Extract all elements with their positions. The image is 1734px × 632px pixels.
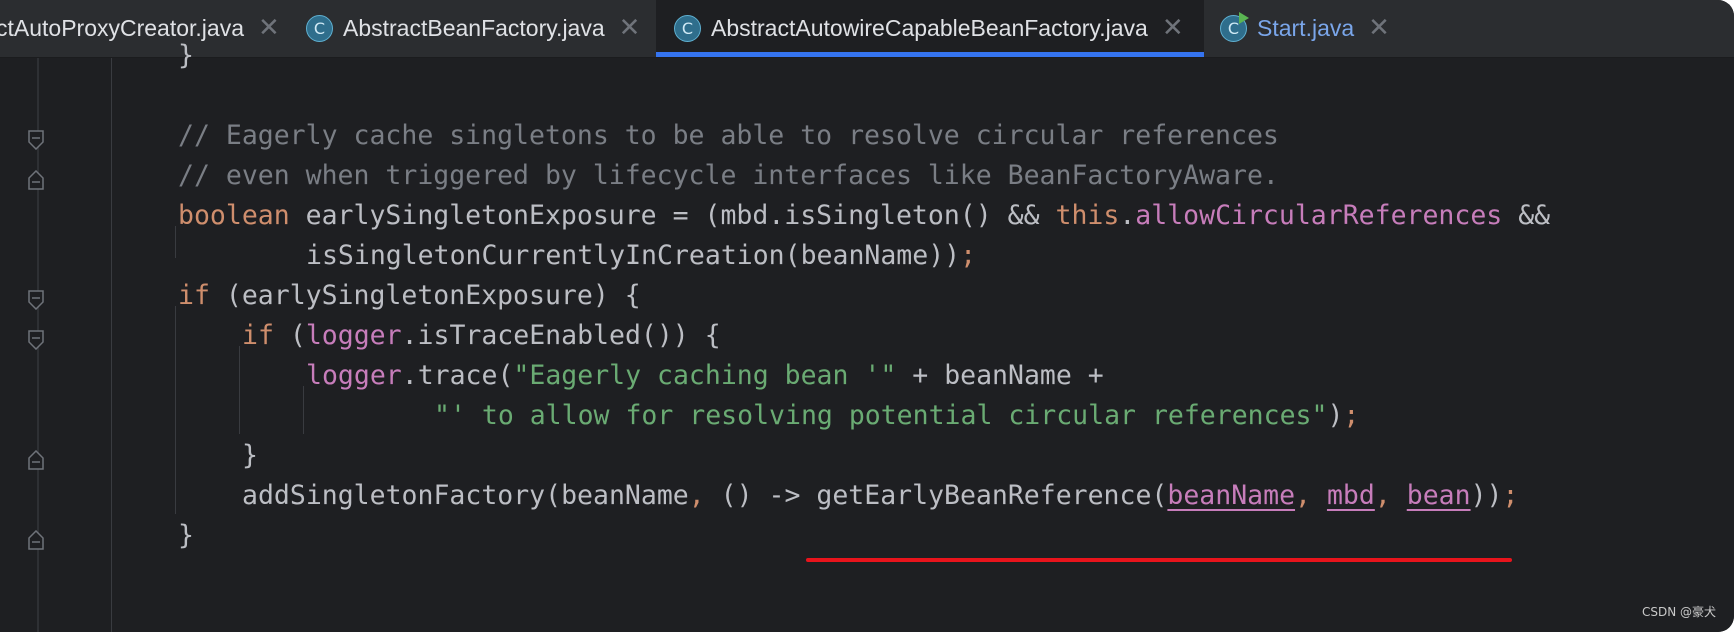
comment: // Eagerly cache singletons to be able t… [178, 120, 1279, 151]
tab-abstract-bean-factory[interactable]: C AbstractBeanFactory.java ✕ [306, 0, 646, 57]
code-token: .isTraceEnabled()) { [401, 320, 721, 351]
semicolon: ; [1343, 400, 1360, 431]
close-icon[interactable]: ✕ [1162, 0, 1184, 57]
field-name: allowCircularReferences [1135, 200, 1503, 231]
field-name: logger [306, 360, 402, 391]
string-literal: "' to allow for resolving potential circ… [434, 400, 1328, 431]
indent-guide [175, 306, 176, 514]
indent-guide [175, 226, 176, 258]
fold-end-icon[interactable] [28, 530, 44, 550]
field-name: logger [305, 320, 402, 351]
fold-start-icon[interactable] [28, 130, 44, 150]
code-token: (earlySingletonExposure) { [209, 280, 641, 311]
code-token: .trace( [401, 360, 514, 391]
code-token: () -> getEarlyBeanReference( [704, 480, 1168, 511]
code-line: addSingletonFactory(beanName, () -> getE… [242, 476, 1518, 516]
tab-abstract-autowire-capable-bean-factory[interactable]: C AbstractAutowireCapableBeanFactory.jav… [656, 0, 1204, 57]
code-line: if (logger.isTraceEnabled()) { [242, 316, 721, 356]
code-line: logger.trace("Eagerly caching bean '" + … [306, 356, 1104, 396]
captured-parameter: bean [1406, 480, 1471, 511]
code-line: } [178, 516, 194, 556]
run-marker-icon [1239, 12, 1249, 24]
comma: , [688, 480, 705, 511]
tab-label: Start.java [1257, 15, 1355, 41]
keyword: if [178, 280, 210, 311]
class-icon: C [674, 15, 701, 42]
indent-guide [239, 346, 240, 434]
class-icon-glyph: C [681, 19, 694, 38]
semicolon: ; [1502, 480, 1519, 511]
captured-parameter: mbd [1326, 480, 1375, 511]
close-icon[interactable]: ✕ [258, 0, 280, 57]
tab-auto-proxy-creator[interactable]: ctAutoProxyCreator.java ✕ [0, 0, 280, 57]
code-token: + beanName + [896, 360, 1104, 391]
code-line: // Eagerly cache singletons to be able t… [178, 116, 1279, 156]
ide-window: ctAutoProxyCreator.java ✕ C AbstractBean… [0, 0, 1734, 632]
indent-guide [111, 58, 112, 632]
code-token: addSingletonFactory(beanName [242, 480, 689, 511]
code-line: } [242, 436, 258, 476]
fold-start-icon[interactable] [28, 330, 44, 350]
code-token: . [1119, 200, 1136, 231]
editor-tab-bar: ctAutoProxyCreator.java ✕ C AbstractBean… [0, 0, 1734, 58]
code-token: ) [1327, 400, 1344, 431]
code-line: if (earlySingletonExposure) { [178, 276, 641, 316]
watermark: CSDN @豪犬 [1641, 605, 1716, 619]
brace: } [178, 520, 194, 551]
code-line: } [178, 36, 194, 76]
close-icon[interactable]: ✕ [619, 0, 641, 57]
close-icon[interactable]: ✕ [1368, 0, 1390, 57]
captured-parameter: beanName [1167, 480, 1296, 511]
keyword: if [242, 320, 274, 351]
semicolon: ; [960, 240, 977, 271]
fold-end-icon[interactable] [28, 170, 44, 190]
class-icon-glyph: C [313, 19, 326, 38]
comma: , [1295, 480, 1327, 511]
code-line: // even when triggered by lifecycle inte… [178, 156, 1279, 196]
brace: } [178, 40, 194, 71]
tab-start[interactable]: C Start.java ✕ [1220, 0, 1420, 57]
keyword: boolean [178, 200, 290, 231]
fold-start-icon[interactable] [28, 290, 44, 310]
code-line: isSingletonCurrentlyInCreation(beanName)… [306, 236, 976, 276]
code-token: && [1502, 200, 1551, 231]
code-token: isSingletonCurrentlyInCreation(beanName)… [306, 240, 961, 271]
class-icon-glyph: C [1227, 19, 1240, 38]
brace: } [242, 440, 258, 471]
annotation-underline [806, 558, 1512, 562]
tab-label: AbstractAutowireCapableBeanFactory.java [711, 15, 1148, 41]
fold-end-icon[interactable] [28, 450, 44, 470]
class-icon: C [306, 15, 333, 42]
tab-label: AbstractBeanFactory.java [343, 15, 605, 41]
code-editor[interactable]: } // Eagerly cache singletons to be able… [0, 40, 1734, 632]
tab-label: ctAutoProxyCreator.java [0, 15, 245, 41]
indent-guide [303, 386, 304, 434]
string-literal: "Eagerly caching bean '" [513, 360, 897, 391]
code-line: boolean earlySingletonExposure = (mbd.is… [178, 196, 1550, 236]
code-line: "' to allow for resolving potential circ… [434, 396, 1359, 436]
code-token: ( [273, 320, 306, 351]
comma: , [1374, 480, 1407, 511]
code-token: earlySingletonExposure = (mbd.isSingleto… [289, 200, 1056, 231]
comment: // even when triggered by lifecycle inte… [178, 160, 1279, 191]
run-class-icon: C [1220, 12, 1249, 42]
code-token: )) [1470, 480, 1503, 511]
keyword: this [1055, 200, 1120, 231]
